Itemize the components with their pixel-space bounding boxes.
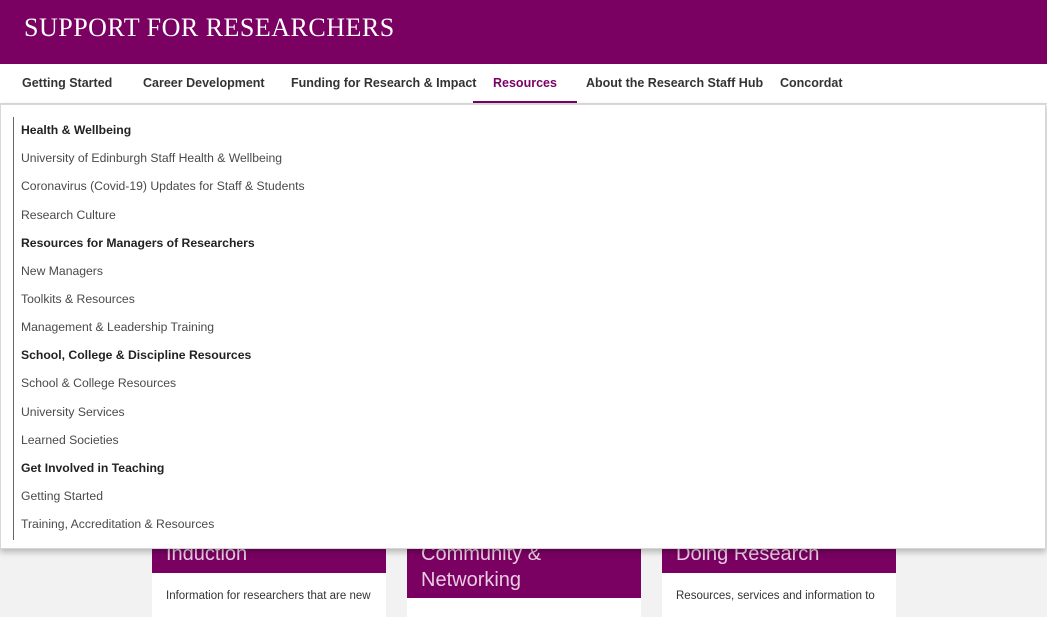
menu-item-staff-health[interactable]: University of Edinburgh Staff Health & W…	[21, 148, 282, 168]
menu-heading-discipline-resources[interactable]: School, College & Discipline Resources	[21, 345, 251, 365]
main-nav: Getting Started Career Development Fundi…	[0, 64, 1047, 104]
menu-heading-teaching[interactable]: Get Involved in Teaching	[21, 458, 164, 478]
card-description: Resources, services and information to	[676, 590, 875, 602]
card-doing-research[interactable]: Doing Research Resources, services and i…	[662, 537, 896, 617]
card-induction[interactable]: Induction Information for researchers th…	[152, 537, 386, 617]
menu-item-research-culture[interactable]: Research Culture	[21, 205, 116, 225]
menu-item-coronavirus[interactable]: Coronavirus (Covid-19) Updates for Staff…	[21, 176, 305, 196]
menu-item-training-accreditation[interactable]: Training, Accreditation & Resources	[21, 514, 214, 534]
menu-item-learned-societies[interactable]: Learned Societies	[21, 430, 119, 450]
menu-item-school-college[interactable]: School & College Resources	[21, 373, 176, 393]
menu-item-leadership-training[interactable]: Management & Leadership Training	[21, 317, 214, 337]
nav-item-concordat[interactable]: Concordat	[780, 64, 843, 103]
card-community[interactable]: Community & Networking	[407, 537, 641, 617]
nav-item-resources[interactable]: Resources	[473, 64, 577, 103]
nav-item-getting-started[interactable]: Getting Started	[22, 64, 112, 103]
resources-dropdown-menu: Health & Wellbeing University of Edinbur…	[0, 104, 1046, 549]
site-title[interactable]: SUPPORT FOR RESEARCHERS	[24, 13, 395, 43]
menu-heading-managers[interactable]: Resources for Managers of Researchers	[21, 233, 255, 253]
menu-item-getting-started[interactable]: Getting Started	[21, 486, 103, 506]
card-title-line2[interactable]: Networking	[421, 567, 521, 593]
nav-item-career-development[interactable]: Career Development	[143, 64, 265, 103]
card-description: Information for researchers that are new	[166, 590, 371, 602]
site-header: SUPPORT FOR RESEARCHERS	[0, 0, 1047, 64]
menu-item-toolkits[interactable]: Toolkits & Resources	[21, 289, 135, 309]
menu-heading-health-wellbeing[interactable]: Health & Wellbeing	[21, 120, 131, 140]
menu-item-university-services[interactable]: University Services	[21, 402, 125, 422]
nav-item-funding[interactable]: Funding for Research & Impact	[291, 64, 476, 103]
menu-item-new-managers[interactable]: New Managers	[21, 261, 103, 281]
menu-divider	[13, 117, 14, 540]
nav-item-about-hub[interactable]: About the Research Staff Hub	[586, 64, 763, 103]
